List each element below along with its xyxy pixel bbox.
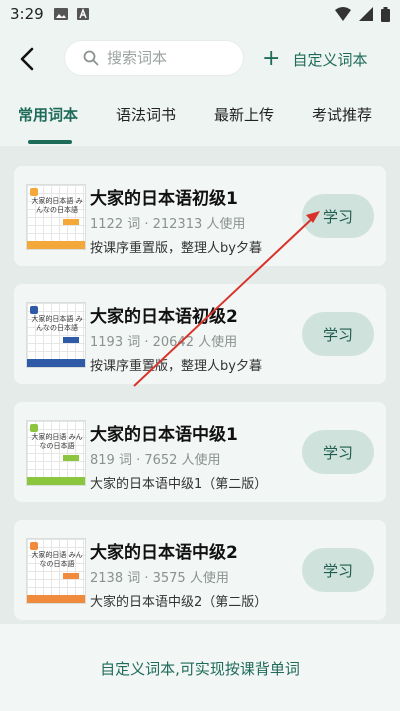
custom-wordbook-label: 自定义词本 bbox=[292, 50, 368, 69]
book-title: 大家的日本语初级1 bbox=[90, 189, 238, 209]
search-input[interactable] bbox=[107, 49, 227, 67]
book-meta: 1122 词 · 212313 人使用 bbox=[90, 217, 246, 232]
book-cover: 大家的日语 みんなの日本語 bbox=[26, 538, 86, 604]
book-title: 大家的日本语初级2 bbox=[90, 307, 238, 327]
search-icon bbox=[83, 50, 99, 66]
learn-button[interactable]: 学习 bbox=[302, 430, 374, 474]
book-meta: 1193 词 · 20642 人使用 bbox=[90, 335, 238, 350]
cover-title: 大家的日本語 みんなの日本語 bbox=[31, 197, 83, 214]
status-time: 3:29 bbox=[10, 5, 44, 23]
learn-button[interactable]: 学习 bbox=[302, 312, 374, 356]
book-description: 按课序重置版，整理人by夕暮 bbox=[90, 359, 262, 374]
book-description: 大家的日本语中级1（第二版） bbox=[90, 477, 268, 492]
wordbook-card[interactable]: 大家的日语 みんなの日本語 大家的日本语中级2 2138 词 · 3575 人使… bbox=[14, 520, 386, 620]
book-description: 大家的日本语中级2（第二版） bbox=[90, 595, 268, 610]
learn-button[interactable]: 学习 bbox=[302, 548, 374, 592]
cover-title: 大家的日语 みんなの日本語 bbox=[31, 551, 83, 568]
book-cover: 大家的日本語 みんなの日本語 bbox=[26, 184, 86, 250]
back-arrow-icon bbox=[20, 47, 34, 71]
signal-icon bbox=[359, 7, 373, 21]
font-a-icon bbox=[76, 8, 89, 20]
wordbook-card[interactable]: 大家的日语 みんなの日本語 大家的日本语中级1 819 词 · 7652 人使用… bbox=[14, 402, 386, 502]
search-box[interactable] bbox=[64, 40, 244, 76]
tab-common[interactable]: 常用词本 bbox=[18, 104, 78, 125]
custom-wordbook-hint-link[interactable]: 自定义词本,可实现按课背单词 bbox=[0, 658, 400, 679]
cover-title: 大家的日语 みんなの日本語 bbox=[31, 433, 83, 450]
back-button[interactable] bbox=[12, 44, 42, 74]
book-meta: 2138 词 · 3575 人使用 bbox=[90, 571, 229, 586]
book-cover: 大家的日本語 みんなの日本語 bbox=[26, 302, 86, 368]
wordbook-card[interactable]: 大家的日本語 みんなの日本語 大家的日本语初级1 1122 词 · 212313… bbox=[14, 166, 386, 266]
top-bar: + 自定义词本 bbox=[0, 36, 400, 82]
custom-wordbook-button[interactable]: + 自定义词本 bbox=[262, 44, 367, 74]
tab-active-indicator bbox=[28, 140, 72, 144]
wordbook-card[interactable]: 大家的日本語 みんなの日本語 大家的日本语初级2 1193 词 · 20642 … bbox=[14, 284, 386, 384]
learn-button[interactable]: 学习 bbox=[302, 194, 374, 238]
cover-title: 大家的日本語 みんなの日本語 bbox=[31, 315, 83, 332]
tab-latest[interactable]: 最新上传 bbox=[214, 104, 274, 125]
book-meta: 819 词 · 7652 人使用 bbox=[90, 453, 221, 468]
tab-grammar[interactable]: 语法词书 bbox=[116, 104, 176, 125]
book-description: 按课序重置版，整理人by夕暮 bbox=[90, 241, 262, 256]
book-title: 大家的日本语中级1 bbox=[90, 425, 238, 445]
category-tabs: 常用词本 语法词书 最新上传 考试推荐 bbox=[0, 96, 400, 144]
footer: 自定义词本,可实现按课背单词 bbox=[0, 624, 400, 711]
status-bar: 3:29 bbox=[0, 0, 400, 28]
book-cover: 大家的日语 みんなの日本語 bbox=[26, 420, 86, 486]
battery-icon bbox=[381, 6, 390, 22]
wifi-icon bbox=[335, 7, 351, 21]
image-icon bbox=[53, 8, 68, 20]
book-title: 大家的日本语中级2 bbox=[90, 543, 238, 563]
plus-icon: + bbox=[262, 46, 281, 71]
tab-exam[interactable]: 考试推荐 bbox=[312, 104, 372, 125]
